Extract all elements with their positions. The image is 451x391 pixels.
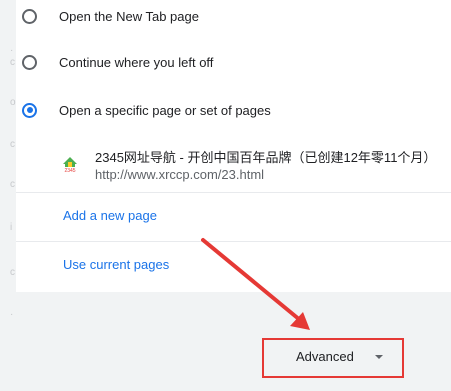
background-page-edge: · c o c c i c ·: [0, 0, 16, 391]
radio-button-continue[interactable]: [22, 54, 37, 70]
radio-button-specific-pages[interactable]: [22, 102, 37, 118]
site-favicon-icon: 2345: [63, 157, 77, 173]
background-char: ·: [10, 309, 14, 320]
radio-button-new-tab[interactable]: [22, 8, 37, 24]
startup-page-title: 2345网址导航 - 开创中国百年品牌（已创建12年零11个月）: [95, 150, 437, 165]
favicon-text: 2345: [64, 168, 75, 173]
chevron-down-icon: [375, 355, 383, 359]
radio-label-specific-pages: Open a specific page or set of pages: [59, 102, 271, 118]
advanced-button[interactable]: Advanced: [262, 338, 404, 378]
use-current-pages-link[interactable]: Use current pages: [63, 257, 169, 272]
radio-option-specific-pages[interactable]: Open a specific page or set of pages: [16, 90, 451, 130]
use-current-row[interactable]: Use current pages: [16, 241, 451, 289]
on-startup-card: Open the New Tab page Continue where you…: [16, 0, 451, 292]
radio-label-continue: Continue where you left off: [59, 54, 214, 70]
startup-page-url: http://www.xrccp.com/23.html: [95, 167, 265, 182]
add-new-page-link[interactable]: Add a new page: [63, 208, 157, 223]
arrow-head: [290, 312, 310, 330]
radio-option-new-tab[interactable]: Open the New Tab page: [16, 0, 451, 36]
advanced-label: Advanced: [296, 349, 354, 364]
radio-option-continue[interactable]: Continue where you left off: [16, 42, 451, 82]
startup-page-entry[interactable]: 2345 2345网址导航 - 开创中国百年品牌（已创建12年零11个月） ht…: [16, 138, 451, 190]
radio-label-new-tab: Open the New Tab page: [59, 8, 199, 24]
add-page-row[interactable]: Add a new page: [16, 192, 451, 240]
